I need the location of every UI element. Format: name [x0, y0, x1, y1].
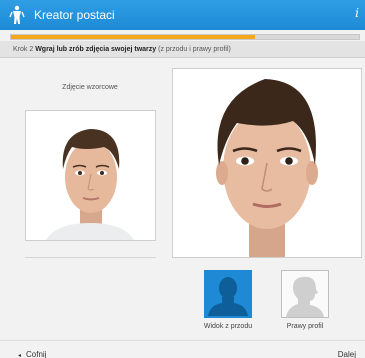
- profile-silhouette-icon: [286, 276, 324, 317]
- progress-fill: [11, 35, 255, 39]
- step-instruction: Wgraj lub zrób zdjęcia swojej twarzy: [35, 46, 157, 53]
- title-bar: Kreator postaci i: [0, 0, 365, 30]
- person-logo-icon: [9, 5, 25, 24]
- profile-view-option[interactable]: [281, 270, 329, 318]
- reference-caption: Zdjęcie wzorcowe: [62, 84, 118, 91]
- step-note: (z przodu i prawy profil): [158, 46, 231, 53]
- progress-bar: [10, 34, 360, 40]
- step-number: Krok 2: [13, 46, 34, 53]
- next-button[interactable]: Dalej: [338, 350, 356, 358]
- back-label: Cofnij: [26, 350, 47, 358]
- back-button[interactable]: ◂ Cofnij: [18, 350, 46, 358]
- footer-bar: [0, 340, 365, 358]
- window-title: Kreator postaci: [34, 8, 115, 22]
- reference-photo: [25, 110, 156, 241]
- back-arrow-icon: ◂: [18, 353, 22, 358]
- step-header: Krok 2 Wgraj lub zrób zdjęcia swojej twa…: [0, 41, 365, 58]
- profile-view-label: Prawy profil: [286, 323, 324, 330]
- front-silhouette-icon: [208, 277, 248, 316]
- uploaded-front-photo: [172, 68, 362, 258]
- front-view-label: Widok z przodu: [203, 323, 253, 330]
- front-view-option[interactable]: [204, 270, 252, 318]
- front-face-image: [216, 79, 318, 257]
- reference-face-image: [46, 129, 134, 240]
- info-icon[interactable]: i: [355, 6, 359, 20]
- divider: [25, 257, 156, 258]
